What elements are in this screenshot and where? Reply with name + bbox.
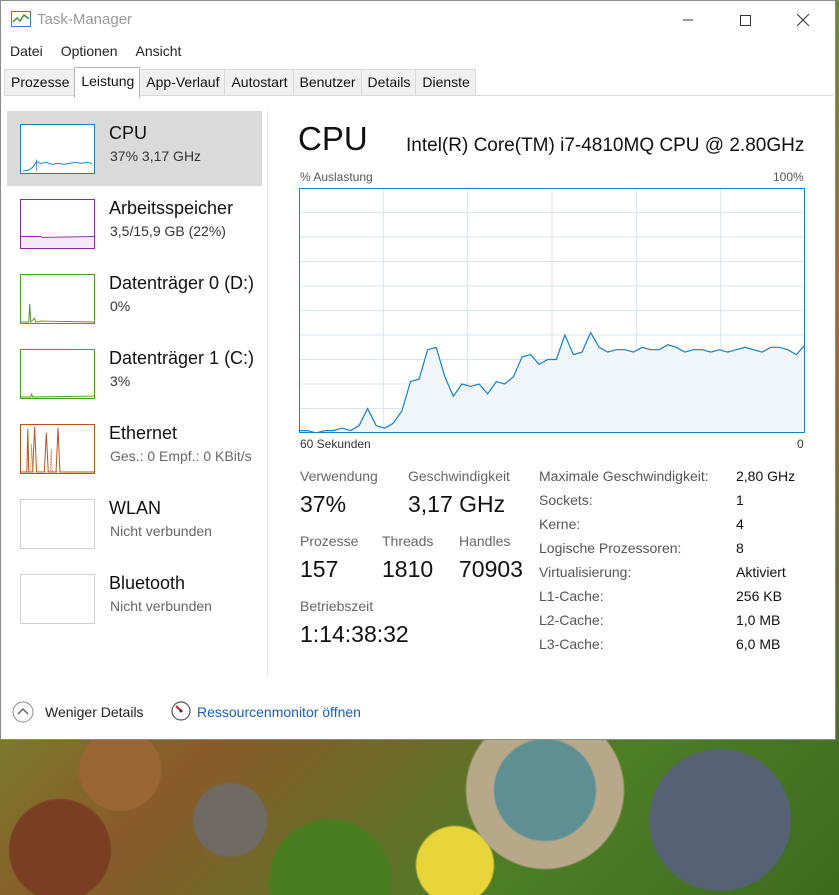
task-manager-window: Task-Manager Datei Optionen Ansicht Proz… — [0, 0, 836, 740]
sidebar-item-cpu-sub: 37% 3,17 GHz — [110, 148, 202, 164]
stat-threads-label: Threads — [382, 533, 434, 549]
maximize-icon — [739, 14, 751, 26]
spec-l2-cache-value: 1,0 MB — [736, 612, 781, 628]
utilization-axis-max: 100% — [773, 170, 804, 184]
stat-betriebszeit-label: Betriebszeit — [300, 598, 374, 614]
sidebar-item-ethernet-sub: Ges.: 0 Empf.: 0 KBit/s — [110, 448, 252, 464]
tab-autostart[interactable]: Autostart — [224, 69, 294, 95]
sidebar-item-bluetooth[interactable]: Bluetooth Nicht verbunden — [7, 561, 262, 636]
stat-verwendung-value: 37% — [300, 491, 347, 517]
disk-graph-icon — [20, 274, 95, 324]
wlan-graph-icon — [20, 499, 95, 549]
maximize-button[interactable] — [722, 1, 768, 39]
sidebar-item-datentraeger-0-name: Datenträger 0 (D:) — [109, 273, 255, 293]
spec-cores-label: Kerne: — [539, 516, 581, 532]
spec-l2-cache-label: L2-Cache: — [539, 612, 604, 628]
time-axis-label: 60 Sekunden — [300, 437, 371, 451]
stat-betriebszeit-value: 1:14:38:32 — [300, 621, 409, 647]
bluetooth-graph-icon — [20, 574, 95, 624]
sidebar-item-datentraeger-0[interactable]: Datenträger 0 (D:) 0% — [7, 261, 262, 336]
tab-dienste[interactable]: Dienste — [415, 69, 476, 95]
utilization-axis-label: % Auslastung — [300, 170, 373, 184]
stat-prozesse-label: Prozesse — [300, 533, 359, 549]
sidebar-item-datentraeger-1-name: Datenträger 1 (C:) — [109, 348, 255, 368]
spec-virtualization-value: Aktiviert — [736, 564, 786, 580]
close-button[interactable] — [780, 1, 826, 39]
minimize-button[interactable] — [665, 1, 711, 39]
spec-l3-cache-label: L3-Cache: — [539, 636, 604, 652]
stat-verwendung-label: Verwendung — [300, 468, 378, 484]
stat-prozesse-value: 157 — [300, 556, 339, 582]
memory-graph-icon — [20, 199, 95, 249]
network-graph-icon — [20, 424, 95, 474]
sidebar-item-arbeitsspeicher-sub: 3,5/15,9 GB (22%) — [110, 223, 226, 239]
sidebar-item-wlan-sub: Nicht verbunden — [110, 523, 212, 539]
tab-prozesse[interactable]: Prozesse — [4, 69, 76, 95]
cpu-utilization-graph — [299, 188, 805, 433]
sidebar-item-datentraeger-0-sub: 0% — [110, 298, 131, 314]
sidebar-item-arbeitsspeicher[interactable]: Arbeitsspeicher 3,5/15,9 GB (22%) — [7, 186, 262, 261]
spec-virtualization-label: Virtualisierung: — [539, 564, 632, 580]
spec-l3-cache-value: 6,0 MB — [736, 636, 781, 652]
stat-handles-label: Handles — [459, 533, 511, 549]
spec-cores-value: 4 — [736, 516, 744, 532]
sidebar-item-bluetooth-name: Bluetooth — [109, 573, 186, 593]
chevron-up-icon[interactable] — [12, 701, 34, 723]
time-axis-zero: 0 — [797, 437, 804, 451]
sidebar-item-ethernet[interactable]: Ethernet Ges.: 0 Empf.: 0 KBit/s — [7, 411, 262, 486]
sidebar-item-cpu-name: CPU — [109, 123, 148, 143]
cpu-model-name: Intel(R) Core(TM) i7-4810MQ CPU @ 2.80GH… — [406, 135, 805, 156]
title-bar[interactable]: Task-Manager — [1, 1, 835, 39]
tab-bar: Prozesse Leistung App-Verlauf Autostart … — [4, 67, 476, 98]
window-title: Task-Manager — [37, 11, 133, 28]
tab-app-verlauf[interactable]: App-Verlauf — [139, 69, 226, 95]
stat-geschwindigkeit-label: Geschwindigkeit — [408, 468, 510, 484]
sidebar-divider — [267, 111, 268, 676]
fewer-details-button[interactable]: Weniger Details — [45, 704, 144, 720]
sidebar-item-cpu[interactable]: CPU 37% 3,17 GHz — [7, 111, 262, 186]
menu-optionen[interactable]: Optionen — [52, 41, 127, 63]
resource-monitor-icon — [171, 701, 191, 721]
sidebar-item-bluetooth-sub: Nicht verbunden — [110, 598, 212, 614]
spec-max-speed-value: 2,80 GHz — [736, 468, 796, 484]
page-title: CPU — [298, 120, 368, 157]
task-manager-icon — [11, 11, 31, 27]
sidebar-item-datentraeger-1-sub: 3% — [110, 373, 131, 389]
spec-sockets-value: 1 — [736, 492, 744, 508]
footer-bar: Weniger Details Ressourcenmonitor öffnen — [1, 691, 835, 736]
sidebar-item-datentraeger-1[interactable]: Datenträger 1 (C:) 3% — [7, 336, 262, 411]
tab-details[interactable]: Details — [360, 69, 417, 95]
spec-l1-cache-label: L1-Cache: — [539, 588, 604, 604]
spec-logical-processors-value: 8 — [736, 540, 744, 556]
close-icon — [797, 14, 809, 26]
minimize-icon — [683, 19, 693, 21]
spec-logical-processors-label: Logische Prozessoren: — [539, 540, 682, 556]
menu-datei[interactable]: Datei — [1, 41, 52, 63]
tab-benutzer[interactable]: Benutzer — [292, 69, 362, 95]
sidebar-item-wlan[interactable]: WLAN Nicht verbunden — [7, 486, 262, 561]
spec-sockets-label: Sockets: — [539, 492, 593, 508]
stat-handles-value: 70903 — [459, 556, 523, 582]
stat-threads-value: 1810 — [382, 556, 434, 582]
spec-max-speed-label: Maximale Geschwindigkeit: — [539, 468, 709, 484]
sidebar-item-arbeitsspeicher-name: Arbeitsspeicher — [109, 198, 234, 218]
spec-l1-cache-value: 256 KB — [736, 588, 782, 604]
menu-ansicht[interactable]: Ansicht — [127, 41, 191, 63]
tab-leistung[interactable]: Leistung — [74, 67, 141, 98]
sidebar-item-wlan-name: WLAN — [109, 498, 162, 518]
sidebar-item-ethernet-name: Ethernet — [109, 423, 178, 443]
cpu-graph-icon — [20, 124, 95, 174]
menu-bar: Datei Optionen Ansicht — [1, 41, 190, 63]
resource-monitor-link[interactable]: Ressourcenmonitor öffnen — [197, 704, 361, 720]
disk-graph-icon — [20, 349, 95, 399]
stat-geschwindigkeit-value: 3,17 GHz — [408, 491, 506, 517]
resource-sidebar: CPU 37% 3,17 GHz Arbeitsspeicher 3,5/15,… — [7, 111, 263, 676]
